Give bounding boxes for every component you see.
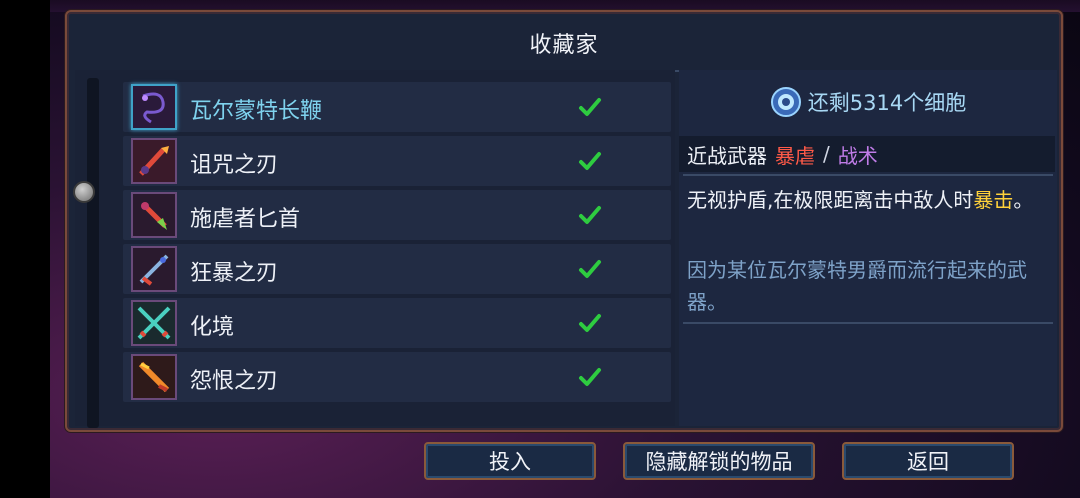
category-tactics: 战术 (837, 143, 878, 168)
unlocked-check-icon (579, 206, 601, 224)
item-name: 怨恨之刃 (190, 369, 279, 394)
panel-title: 收藏家 (529, 33, 599, 58)
cell-icon (770, 87, 801, 117)
unlocked-check-icon (579, 152, 601, 170)
list-item-cursed-blade[interactable]: 诅咒之刃 (123, 136, 671, 186)
category-separator: / (823, 142, 830, 166)
scrollbar-track[interactable] (87, 78, 99, 428)
invest-button[interactable]: 投入 (424, 442, 596, 480)
unlocked-check-icon (579, 98, 601, 116)
whip-icon (131, 84, 177, 130)
back-button[interactable]: 返回 (842, 442, 1014, 480)
cells-remaining-text: 还剩5314个细胞 (807, 91, 967, 115)
sadist-dagger-icon (131, 192, 177, 238)
crossed-swords-icon (131, 300, 177, 346)
crit-keyword: 暴击 (973, 188, 1014, 212)
item-description: 无视护盾,在极限距离击中敌人时暴击。 (687, 184, 1047, 216)
frenzy-blade-icon (131, 246, 177, 292)
left-black-bar (0, 0, 50, 498)
description-end: 。 (1013, 188, 1034, 212)
collector-panel: 收藏家 瓦尔蒙特长鞭 诅咒之刃 施虐者匕首 狂暴之刃 化境 怨恨之刃 还剩531… (65, 10, 1063, 432)
category-main: 近战武器 (687, 143, 767, 168)
item-detail: 还剩5314个细胞 近战武器 暴虐 / 战术 无视护盾,在极限距离击中敌人时暴击… (679, 70, 1057, 426)
divider (683, 174, 1053, 176)
item-list: 瓦尔蒙特长鞭 诅咒之刃 施虐者匕首 狂暴之刃 化境 怨恨之刃 (75, 70, 675, 428)
spite-blade-icon (131, 354, 177, 400)
category-brutality: 暴虐 (775, 143, 815, 168)
item-name: 狂暴之刃 (190, 261, 279, 286)
scrollbar-knob[interactable] (73, 181, 95, 203)
item-name: 化境 (190, 315, 235, 340)
category-bar: 近战武器 暴虐 / 战术 (679, 136, 1055, 172)
description-text: 无视护盾,在极限距离击中敌人时 (687, 188, 974, 212)
cursed-blade-icon (131, 138, 177, 184)
item-name: 瓦尔蒙特长鞭 (190, 99, 323, 124)
list-item-frenzy-blade[interactable]: 狂暴之刃 (123, 244, 671, 294)
unlocked-check-icon (579, 368, 601, 386)
unlocked-check-icon (579, 260, 601, 278)
list-item-whip[interactable]: 瓦尔蒙特长鞭 (123, 82, 671, 132)
item-name: 施虐者匕首 (190, 207, 301, 232)
cells-counter: 还剩5314个细胞 (679, 84, 1057, 120)
item-lore: 因为某位瓦尔蒙特男爵而流行起来的武器。 (687, 258, 1027, 314)
divider (683, 322, 1053, 324)
hide-unlocked-button[interactable]: 隐藏解锁的物品 (623, 442, 815, 480)
panel-header: 收藏家 (75, 16, 1053, 72)
unlocked-check-icon (579, 314, 601, 332)
list-item-crossed-swords[interactable]: 化境 (123, 298, 671, 348)
list-item-sadist-dagger[interactable]: 施虐者匕首 (123, 190, 671, 240)
list-item-spite-blade[interactable]: 怨恨之刃 (123, 352, 671, 402)
item-name: 诅咒之刃 (190, 153, 279, 178)
